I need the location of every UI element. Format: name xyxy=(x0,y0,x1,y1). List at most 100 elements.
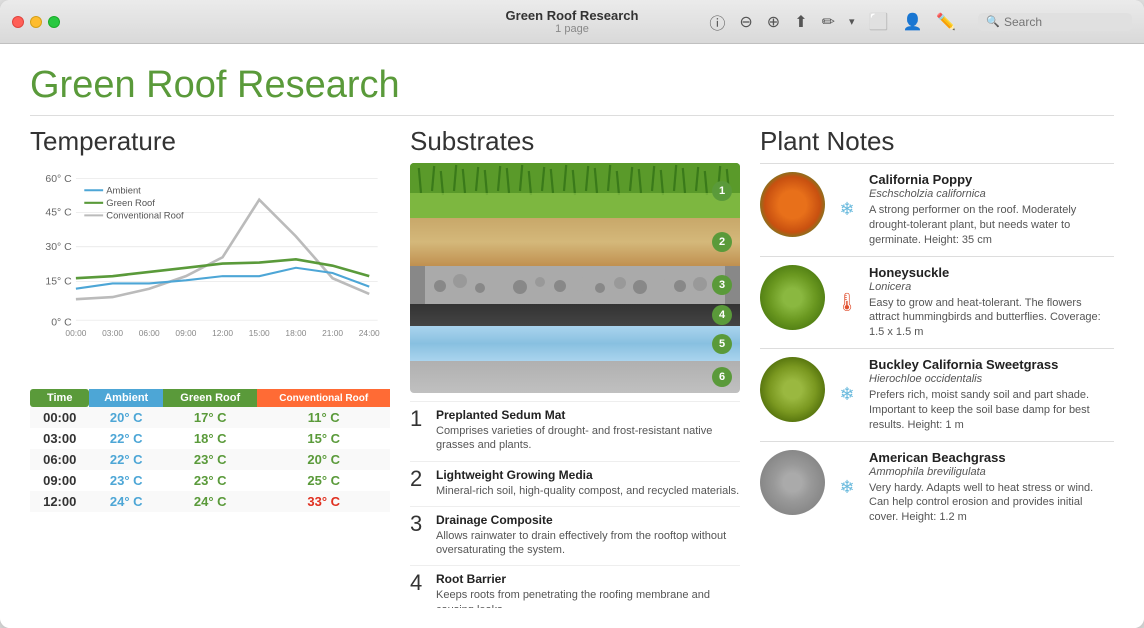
plant-sci-name: Hierochloe occidentalis xyxy=(869,373,1114,385)
cell-time: 09:00 xyxy=(30,470,89,491)
layer-number-2: 2 xyxy=(712,232,732,252)
plant-image xyxy=(760,172,825,237)
substrate-text: Lightweight Growing Media Mineral-rich s… xyxy=(436,468,739,498)
plant-info: Honeysuckle Lonicera Easy to grow and he… xyxy=(869,265,1114,341)
layer-number-6: 6 xyxy=(712,367,732,387)
layer-grass: 1 xyxy=(410,163,740,218)
substrate-desc: Comprises varieties of drought- and fros… xyxy=(436,424,740,453)
app-window: Green Roof Research 1 page ⓘ ⊖ ⊕ ⬆ ✏ ▾ ⬜… xyxy=(0,0,1144,628)
substrate-number: 4 xyxy=(410,572,426,608)
substrate-item: 1 Preplanted Sedum Mat Comprises varieti… xyxy=(410,401,740,453)
substrate-layers-diagram: 1 2 xyxy=(410,163,740,393)
plant-desc: Prefers rich, moist sandy soil and part … xyxy=(869,388,1114,433)
plant-image xyxy=(760,265,825,330)
info-icon[interactable]: ⓘ xyxy=(709,10,725,34)
plant-icon-area: ❄ xyxy=(835,172,859,248)
svg-text:24:00: 24:00 xyxy=(359,328,380,338)
temperature-section: Temperature 60° C 45° C 30° C 15° C 0° C xyxy=(30,126,390,608)
substrate-text: Drainage Composite Allows rainwater to d… xyxy=(436,513,740,558)
close-button[interactable] xyxy=(12,16,24,28)
maximize-button[interactable] xyxy=(48,16,60,28)
main-grid: Temperature 60° C 45° C 30° C 15° C 0° C xyxy=(30,126,1114,608)
search-input[interactable] xyxy=(1004,15,1124,29)
plant-item: ❄ American Beachgrass Ammophila brevilig… xyxy=(760,441,1114,534)
plant-item: ❄ California Poppy Eschscholzia californ… xyxy=(760,163,1114,256)
plant-info: American Beachgrass Ammophila breviligul… xyxy=(869,450,1114,526)
th-ambient: Ambient xyxy=(89,389,163,407)
substrate-list: 1 Preplanted Sedum Mat Comprises varieti… xyxy=(410,401,740,608)
plant-desc: A strong performer on the roof. Moderate… xyxy=(869,203,1114,248)
plant-info: California Poppy Eschscholzia californic… xyxy=(869,172,1114,248)
plant-icon-area: 🌡 xyxy=(835,265,859,341)
zoom-in-icon[interactable]: ⊕ xyxy=(767,12,780,32)
zoom-out-icon[interactable]: ⊖ xyxy=(739,12,752,32)
substrate-title: Root Barrier xyxy=(436,572,740,586)
cell-greenroof: 23° C xyxy=(163,449,257,470)
cell-greenroof: 17° C xyxy=(163,407,257,428)
cell-ambient: 23° C xyxy=(89,470,163,491)
svg-text:60° C: 60° C xyxy=(45,174,72,185)
substrate-item: 4 Root Barrier Keeps roots from penetrat… xyxy=(410,565,740,608)
plant-name: Buckley California Sweetgrass xyxy=(869,357,1114,372)
cell-time: 06:00 xyxy=(30,449,89,470)
plant-info: Buckley California Sweetgrass Hierochloe… xyxy=(869,357,1114,433)
plant-desc: Easy to grow and heat-tolerant. The flow… xyxy=(869,296,1114,341)
layer-number-3: 3 xyxy=(712,275,732,295)
layer-sand: 2 xyxy=(410,218,740,266)
cell-conv: 33° C xyxy=(257,491,390,512)
svg-text:18:00: 18:00 xyxy=(285,328,306,338)
substrate-desc: Mineral-rich soil, high-quality compost,… xyxy=(436,484,739,498)
th-time: Time xyxy=(30,389,89,407)
page-content: Green Roof Research Temperature 60° C 45… xyxy=(0,44,1144,628)
cell-conv: 15° C xyxy=(257,428,390,449)
plant-item: ❄ Buckley California Sweetgrass Hierochl… xyxy=(760,348,1114,441)
cell-ambient: 22° C xyxy=(89,449,163,470)
svg-text:0° C: 0° C xyxy=(51,317,72,328)
window-subtitle: 1 page xyxy=(506,23,639,35)
svg-text:15:00: 15:00 xyxy=(249,328,270,338)
substrate-item: 3 Drainage Composite Allows rainwater to… xyxy=(410,506,740,558)
search-box[interactable]: 🔍 xyxy=(978,13,1132,31)
plant-notes-title: Plant Notes xyxy=(760,126,1114,157)
plant-image xyxy=(760,357,825,422)
titlebar-center: Green Roof Research 1 page xyxy=(506,8,639,35)
plant-desc: Very hardy. Adapts well to heat stress o… xyxy=(869,481,1114,526)
layer-number-4: 4 xyxy=(712,305,732,325)
substrate-title: Lightweight Growing Media xyxy=(436,468,739,482)
cell-time: 03:00 xyxy=(30,428,89,449)
table-row: 09:00 23° C 23° C 25° C xyxy=(30,470,390,491)
page-title: Green Roof Research xyxy=(30,64,1114,116)
layer-number-5: 5 xyxy=(712,334,732,354)
cell-ambient: 24° C xyxy=(89,491,163,512)
share-icon[interactable]: ⬆ xyxy=(794,12,807,32)
svg-text:30° C: 30° C xyxy=(45,242,72,253)
chart-svg: 60° C 45° C 30° C 15° C 0° C 00:00 xyxy=(30,163,390,383)
cell-conv: 20° C xyxy=(257,449,390,470)
substrate-desc: Keeps roots from penetrating the roofing… xyxy=(436,588,740,608)
toolbar-icons: ⓘ ⊖ ⊕ ⬆ ✏ ▾ ⬜ 👤 ✏️ 🔍 xyxy=(709,10,1132,34)
window-title: Green Roof Research xyxy=(506,8,639,23)
minimize-button[interactable] xyxy=(30,16,42,28)
substrate-number: 3 xyxy=(410,513,426,558)
plant-notes-section: Plant Notes ❄ California Poppy Eschschol… xyxy=(760,126,1114,608)
substrate-text: Root Barrier Keeps roots from penetratin… xyxy=(436,572,740,608)
svg-text:12:00: 12:00 xyxy=(212,328,233,338)
sidebar-icon[interactable]: ⬜ xyxy=(869,12,889,32)
plant-sci-name: Ammophila breviligulata xyxy=(869,466,1114,478)
temperature-table: Time Ambient Green Roof Conventional Roo… xyxy=(30,389,390,512)
layer-gravel: 3 xyxy=(410,266,740,304)
chevron-down-icon[interactable]: ▾ xyxy=(849,15,855,28)
pencil-icon[interactable]: ✏ xyxy=(822,12,835,32)
th-conv: Conventional Roof xyxy=(257,389,390,407)
layer-number-1: 1 xyxy=(712,181,732,201)
layer-water: 5 xyxy=(410,326,740,361)
svg-text:09:00: 09:00 xyxy=(175,328,196,338)
substrate-number: 2 xyxy=(410,468,426,498)
substrates-section: Substrates xyxy=(410,126,740,608)
markup-icon[interactable]: ✏️ xyxy=(936,12,956,32)
cell-time: 12:00 xyxy=(30,491,89,512)
svg-text:Green Roof: Green Roof xyxy=(106,197,155,208)
titlebar: Green Roof Research 1 page ⓘ ⊖ ⊕ ⬆ ✏ ▾ ⬜… xyxy=(0,0,1144,44)
person-icon[interactable]: 👤 xyxy=(902,12,922,32)
plant-icon-area: ❄ xyxy=(835,357,859,433)
